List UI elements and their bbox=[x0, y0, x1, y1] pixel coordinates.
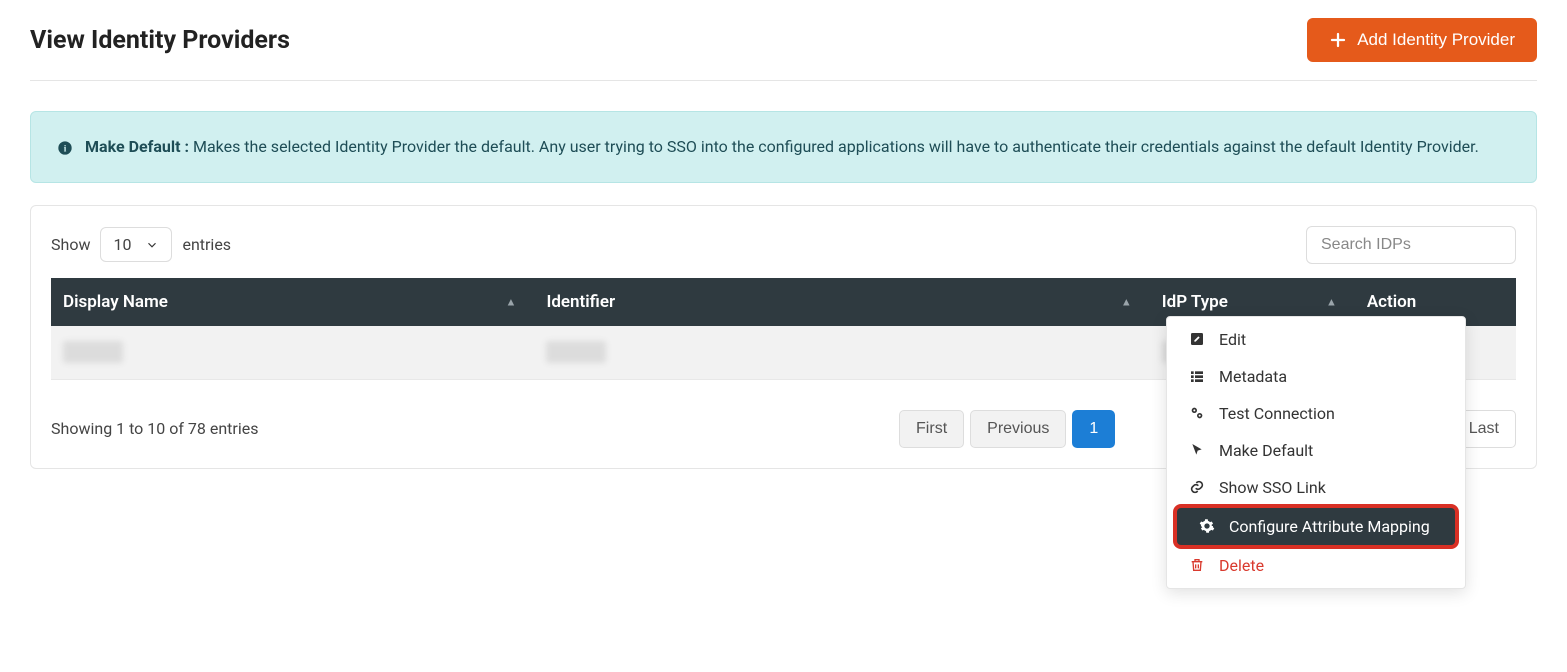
info-banner: i Make Default : Makes the selected Iden… bbox=[30, 111, 1537, 183]
sort-icon: ▲ bbox=[1326, 295, 1337, 308]
sort-icon: ▲ bbox=[1121, 295, 1132, 308]
cell-identifier-redacted bbox=[546, 341, 606, 363]
page-first[interactable]: First bbox=[899, 410, 964, 448]
svg-text:i: i bbox=[64, 145, 67, 155]
page-size-select[interactable]: 10 bbox=[100, 227, 172, 262]
gear-icon bbox=[1199, 518, 1215, 534]
page-title: View Identity Providers bbox=[30, 26, 290, 55]
menu-make-default-label: Make Default bbox=[1219, 441, 1313, 460]
menu-sso-link-label: Show SSO Link bbox=[1219, 478, 1326, 497]
menu-delete-label: Delete bbox=[1219, 556, 1264, 575]
menu-configure-attribute-mapping[interactable]: Configure Attribute Mapping bbox=[1177, 508, 1455, 545]
menu-edit[interactable]: Edit bbox=[1167, 321, 1465, 358]
cursor-icon bbox=[1189, 442, 1205, 458]
row-action-dropdown: Edit Metadata Test Connection Make Defau… bbox=[1166, 316, 1466, 589]
entries-info: Showing 1 to 10 of 78 entries bbox=[51, 419, 258, 438]
page-previous[interactable]: Previous bbox=[970, 410, 1066, 448]
edit-icon bbox=[1189, 331, 1205, 347]
show-label: Show bbox=[51, 235, 90, 254]
menu-test-connection[interactable]: Test Connection bbox=[1167, 395, 1465, 432]
col-identifier[interactable]: Identifier ▲ bbox=[534, 278, 1149, 326]
info-icon: i bbox=[57, 137, 73, 160]
table-toolbar: Show 10 entries bbox=[51, 226, 1516, 264]
info-text: Make Default : Makes the selected Identi… bbox=[85, 134, 1479, 160]
trash-icon bbox=[1189, 557, 1205, 573]
entries-label: entries bbox=[182, 235, 231, 254]
idp-table-card: Show 10 entries Display Name ▲ Identifie… bbox=[30, 205, 1537, 469]
menu-edit-label: Edit bbox=[1219, 330, 1246, 349]
cell-display-name-redacted bbox=[63, 341, 123, 363]
info-bold: Make Default : bbox=[85, 137, 189, 156]
menu-test-label: Test Connection bbox=[1219, 404, 1335, 423]
page-header: View Identity Providers Add Identity Pro… bbox=[30, 0, 1537, 81]
sort-icon: ▲ bbox=[506, 295, 517, 308]
menu-metadata-label: Metadata bbox=[1219, 367, 1287, 386]
gears-icon bbox=[1189, 405, 1205, 421]
plus-icon bbox=[1329, 31, 1347, 49]
menu-metadata[interactable]: Metadata bbox=[1167, 358, 1465, 395]
search-input[interactable] bbox=[1306, 226, 1516, 264]
info-body: Makes the selected Identity Provider the… bbox=[193, 137, 1479, 156]
entries-control: Show 10 entries bbox=[51, 227, 231, 262]
menu-delete[interactable]: Delete bbox=[1167, 547, 1465, 584]
chevron-down-icon bbox=[145, 238, 159, 252]
menu-configure-label: Configure Attribute Mapping bbox=[1229, 517, 1430, 536]
menu-make-default[interactable]: Make Default bbox=[1167, 432, 1465, 469]
menu-show-sso-link[interactable]: Show SSO Link bbox=[1167, 469, 1465, 506]
add-identity-provider-button[interactable]: Add Identity Provider bbox=[1307, 18, 1537, 62]
page-1[interactable]: 1 bbox=[1072, 410, 1115, 448]
col-display-name[interactable]: Display Name ▲ bbox=[51, 278, 534, 326]
list-icon bbox=[1189, 368, 1205, 384]
add-button-label: Add Identity Provider bbox=[1357, 30, 1515, 50]
link-icon bbox=[1189, 479, 1205, 495]
page-size-value: 10 bbox=[113, 235, 131, 254]
